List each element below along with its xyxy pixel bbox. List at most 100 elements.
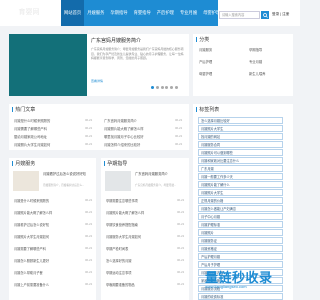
tag-item[interactable]: 月嫂护理标准 [198,221,283,228]
list-item[interactable]: 广东宫妈月嫂服务简介 [104,118,137,123]
slide-more-link[interactable]: 查看详情 [91,79,103,83]
list-item[interactable]: 月嫂照片大学生月嫂如何 [14,234,49,239]
tag-item[interactable]: 月嫂和家政对比要注意什么 [198,157,283,164]
list-item[interactable]: 月嫂照片能大概了解怎么样 [14,210,52,215]
login-link[interactable]: 登录 | 注册 [272,12,289,17]
search-button[interactable] [261,11,269,19]
slider-dot[interactable] [165,86,169,89]
list-item[interactable]: 孕期产检时间表 [106,246,128,251]
list-date: 06-22 [85,198,93,202]
tag-item[interactable]: 月嫂照片大学生 [198,189,283,196]
list-item[interactable]: 月嫂需要了解哪些产科 [14,126,47,131]
slider-dot[interactable] [155,86,159,89]
category-item[interactable]: 专业月嫂 [249,59,262,64]
lead-title[interactable]: 月嫂看护过后怎么说说好好知 [43,172,93,177]
list-item[interactable]: 月嫂服务大学生月嫂如何 [106,234,141,239]
slider-dot[interactable] [170,86,174,89]
list-date: 06-22 [85,270,93,274]
list-item[interactable]: 孕期饮食营养搭配指南 [106,222,138,227]
list-item[interactable]: 孕期运动注意事项 [106,270,132,275]
nav-item-zhuanye[interactable]: 专业月嫂 [177,0,200,26]
tag-item[interactable]: 月嫂服务证 [198,237,283,244]
list-date: 06-22 [85,142,93,146]
slider-dot[interactable] [174,86,178,89]
tag-item[interactable]: 月子中心月嫂 [198,213,283,220]
slider-dot[interactable] [160,86,164,89]
list-date: 06-22 [85,234,93,238]
nav-item-yuying[interactable]: 育婴指导 [131,0,154,26]
tag-item[interactable]: 月嫂的收费标准 [198,293,283,300]
tag-item[interactable]: 找月嫂的网站 [198,133,283,140]
list-item[interactable]: 月嫂看护过后怎么说好知 [14,222,49,227]
section-yuesao: 月嫂服务 月嫂看护过后怎么说说好好知 月嫂服务简介，月嫂看护过后怎么... 月嫂… [9,158,96,300]
tag-item[interactable]: 月嫂照片大学生 [198,125,283,132]
list-date: 06-22 [175,134,183,138]
tag-item[interactable]: 怎么选择月嫂比较好 [198,117,283,124]
tag-item[interactable]: 月嫂一般要工作多少天 [198,173,283,180]
watermark-url: www.liangliangseo.com [205,284,247,289]
tag-item[interactable]: 产后护理月嫂 [198,253,283,260]
list-item[interactable]: 月嫂怎么帮助月子餐 [14,270,43,275]
list-item[interactable]: 月嫂照片大学生月嫂如何 [14,142,50,147]
tag-item[interactable]: 月嫂照片能了解什么 [198,181,283,188]
list-date: 06-22 [85,210,93,214]
category-panel: 分类 月嫂服务 孕期指导 产后护理 专业月嫂 母婴护理 新生儿喂养 [193,34,293,96]
list-date: 06-22 [177,234,185,238]
slider-dots [151,86,178,89]
slider-dot[interactable] [151,86,154,89]
category-item[interactable]: 新生儿喂养 [249,71,265,76]
list-item[interactable]: 孕期需要注意哪些事项 [106,198,138,203]
tag-item[interactable]: 正规月嫂的价格 [198,197,283,204]
list-item[interactable]: 月嫂怎样介绍来的比较好 [104,142,140,147]
lead-thumbnail[interactable] [105,171,131,191]
list-item[interactable]: 月嫂是什么时候来照顾的 [14,198,49,203]
lead-title[interactable]: 广东宫妈月嫂服务简介 [135,172,185,177]
tags-title: 标签列表 [196,106,219,113]
list-item[interactable]: 月嫂是什么时候来照顾的 [14,118,50,123]
list-item[interactable]: 月嫂怎么照顾新生儿更好 [14,258,49,263]
category-item[interactable]: 月嫂服务 [199,47,212,52]
list-item[interactable]: 月嫂需要了解哪些产科 [14,246,46,251]
main-nav: 网站首页 月嫂服务 孕期指导 育婴指导 产后护理 专业月嫂 母婴护理 新生儿喂养 [61,0,248,26]
list-date: 06-22 [85,134,93,138]
tag-item[interactable]: 月嫂照片可以做到哪些 [198,149,283,156]
lead-thumbnail[interactable] [13,171,39,191]
list-item[interactable]: 孕晚期要准备的物品 [106,282,135,287]
nav-item-yunqi[interactable]: 孕期指导 [107,0,130,26]
tag-item[interactable]: 月嫂服务合同 [198,141,283,148]
list-date: 06-22 [177,246,185,250]
site-logo[interactable]: 育婴网 [4,4,54,21]
category-title: 分类 [196,36,209,43]
slide-title[interactable]: 广东宫妈月嫂服务简介 [91,37,141,44]
list-date: 06-22 [177,258,185,262]
list-date: 06-22 [177,270,185,274]
list-date: 06-22 [85,282,93,286]
tag-item[interactable]: 广东月嫂 [198,165,283,172]
tag-item[interactable]: 月嫂照片 [198,229,283,236]
section-title: 孕期指导 [104,160,127,167]
list-item[interactable]: 月嫂上户前需要准备什么 [14,282,49,287]
list-item[interactable]: 哪里找月嫂月子中心比较好 [104,134,144,139]
tag-item[interactable]: 月嫂怎么做能让产妇满意 [198,205,283,212]
category-item[interactable]: 产后护理 [199,59,212,64]
hot-title: 热门文章 [12,106,35,113]
nav-item-yuesao[interactable]: 月嫂服务 [84,0,107,26]
nav-item-home[interactable]: 网站首页 [61,0,85,26]
list-date: 06-22 [85,246,93,250]
list-date: 06-22 [85,222,93,226]
slide-summary: 广东宫妈月嫂服务简介：母婴月嫂服务是我们广东宫妈月嫂的核心服务项目，我们为孕产妇… [91,47,184,61]
list-item[interactable]: 月嫂照片能大概了解怎么样 [106,210,144,215]
category-item[interactable]: 母婴护理 [199,71,212,76]
search-icon [262,12,268,18]
list-date: 06-22 [85,126,93,130]
slide-image[interactable] [9,34,87,96]
hot-articles: 热门文章 月嫂是什么时候来照顾的 06-22 广东宫妈月嫂服务简介 06-22 … [9,104,189,150]
list-item[interactable]: 月嫂照片能大概了解怎么样 [104,126,144,131]
list-item[interactable]: 怎么选择好的月嫂 [106,258,132,263]
search-input[interactable]: 请输入搜索内容 [219,11,260,19]
category-item[interactable]: 孕期指导 [249,47,262,52]
tag-item[interactable]: 月嫂资格证 [198,245,283,252]
list-item[interactable]: 婴幼月嫂家政公司地址 [14,134,47,139]
list-date: 06-22 [85,258,93,262]
nav-item-chanhou[interactable]: 产后护理 [154,0,177,26]
